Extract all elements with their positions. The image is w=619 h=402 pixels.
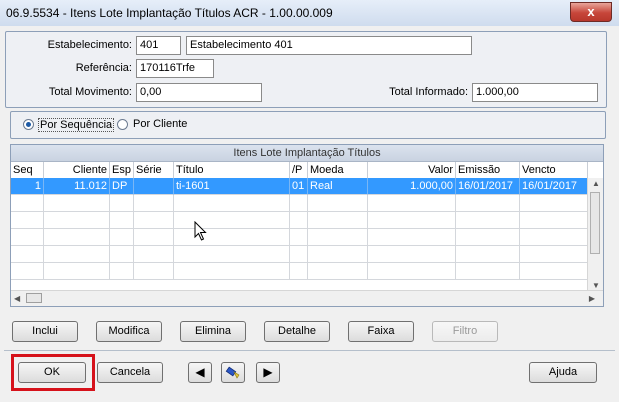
footer-separator (4, 350, 615, 351)
table-row[interactable] (11, 246, 588, 263)
column-header-valor[interactable]: Valor (368, 162, 456, 178)
scroll-right-arrow-icon[interactable]: ▶ (589, 294, 595, 303)
elimina-button[interactable]: Elimina (180, 321, 246, 342)
sort-by-sequence-radio[interactable] (23, 119, 34, 130)
total-movimento-field[interactable]: 0,00 (136, 83, 262, 102)
total-informado-field[interactable]: 1.000,00 (472, 83, 598, 102)
vertical-scroll-thumb[interactable] (590, 192, 600, 254)
filtro-button[interactable]: Filtro (432, 321, 498, 342)
scroll-left-arrow-icon[interactable]: ◀ (14, 294, 20, 303)
items-table[interactable]: Itens Lote Implantação Títulos Seq Clien… (10, 144, 604, 307)
detalhe-button[interactable]: Detalhe (264, 321, 330, 342)
cell-emissao: 16/01/2017 (456, 178, 520, 195)
column-header-vencto[interactable]: Vencto (520, 162, 588, 178)
cell-titulo: ti-1601 (174, 178, 290, 195)
flashlight-icon (225, 366, 240, 379)
previous-record-button[interactable]: ◀ (188, 362, 212, 383)
table-row[interactable] (11, 212, 588, 229)
table-title: Itens Lote Implantação Títulos (11, 145, 603, 162)
cell-serie (134, 178, 174, 195)
referencia-label: Referência: (75, 62, 132, 74)
cell-vencto: 16/01/2017 (520, 178, 588, 195)
estabelecimento-code-field[interactable]: 401 (136, 36, 181, 55)
table-row[interactable] (11, 263, 588, 280)
cell-parcela: 01 (290, 178, 308, 195)
previous-arrow-icon: ◀ (195, 365, 205, 379)
cell-moeda: Real (308, 178, 368, 195)
modifica-button[interactable]: Modifica (96, 321, 162, 342)
next-arrow-icon: ▶ (263, 365, 273, 379)
total-movimento-label: Total Movimento: (48, 86, 132, 98)
sort-by-client-radio[interactable] (117, 119, 128, 130)
table-row[interactable] (11, 229, 588, 246)
column-header-esp[interactable]: Esp (110, 162, 134, 178)
horizontal-scrollbar[interactable]: ◀ ▶ (11, 290, 603, 306)
close-button[interactable]: x (570, 2, 612, 22)
column-header-titulo[interactable]: Título (174, 162, 290, 178)
column-header-parcela[interactable]: /P (290, 162, 308, 178)
goto-record-button[interactable] (221, 362, 245, 383)
inclui-button[interactable]: Inclui (12, 321, 78, 342)
vertical-scrollbar[interactable]: ▲ ▼ (587, 178, 603, 291)
column-header-moeda[interactable]: Moeda (308, 162, 368, 178)
cell-cliente: 11.012 (44, 178, 110, 195)
referencia-field[interactable]: 170116Trfe (136, 59, 214, 78)
horizontal-scroll-thumb[interactable] (26, 293, 42, 303)
ok-button[interactable]: OK (18, 362, 86, 383)
table-row[interactable]: 1 11.012 DP ti-1601 01 Real 1.000,00 16/… (11, 178, 588, 195)
column-header-emissao[interactable]: Emissão (456, 162, 520, 178)
cell-valor: 1.000,00 (368, 178, 456, 195)
cancela-button[interactable]: Cancela (97, 362, 163, 383)
window-title-bar: 06.9.5534 - Itens Lote Implantação Títul… (0, 0, 619, 27)
dialog-body: Estabelecimento: 401 Estabelecimento 401… (0, 26, 619, 402)
ajuda-button[interactable]: Ajuda (529, 362, 597, 383)
sort-by-sequence-label[interactable]: Por Sequência (38, 118, 115, 132)
sort-by-client-label[interactable]: Por Cliente (133, 118, 187, 130)
column-header-cliente[interactable]: Cliente (44, 162, 110, 178)
mouse-pointer-icon (194, 221, 207, 241)
estabelecimento-name-field[interactable]: Estabelecimento 401 (186, 36, 472, 55)
scroll-up-arrow-icon[interactable]: ▲ (592, 179, 600, 188)
estabelecimento-label: Estabelecimento: (47, 39, 132, 51)
total-informado-label: Total Informado: (389, 86, 468, 98)
table-row[interactable] (11, 195, 588, 212)
faixa-button[interactable]: Faixa (348, 321, 414, 342)
column-header-seq[interactable]: Seq (11, 162, 44, 178)
column-header-serie[interactable]: Série (134, 162, 174, 178)
next-record-button[interactable]: ▶ (256, 362, 280, 383)
cell-seq: 1 (11, 178, 44, 195)
window-title: 06.9.5534 - Itens Lote Implantação Títul… (6, 6, 333, 20)
cell-esp: DP (110, 178, 134, 195)
scroll-down-arrow-icon[interactable]: ▼ (592, 281, 600, 290)
